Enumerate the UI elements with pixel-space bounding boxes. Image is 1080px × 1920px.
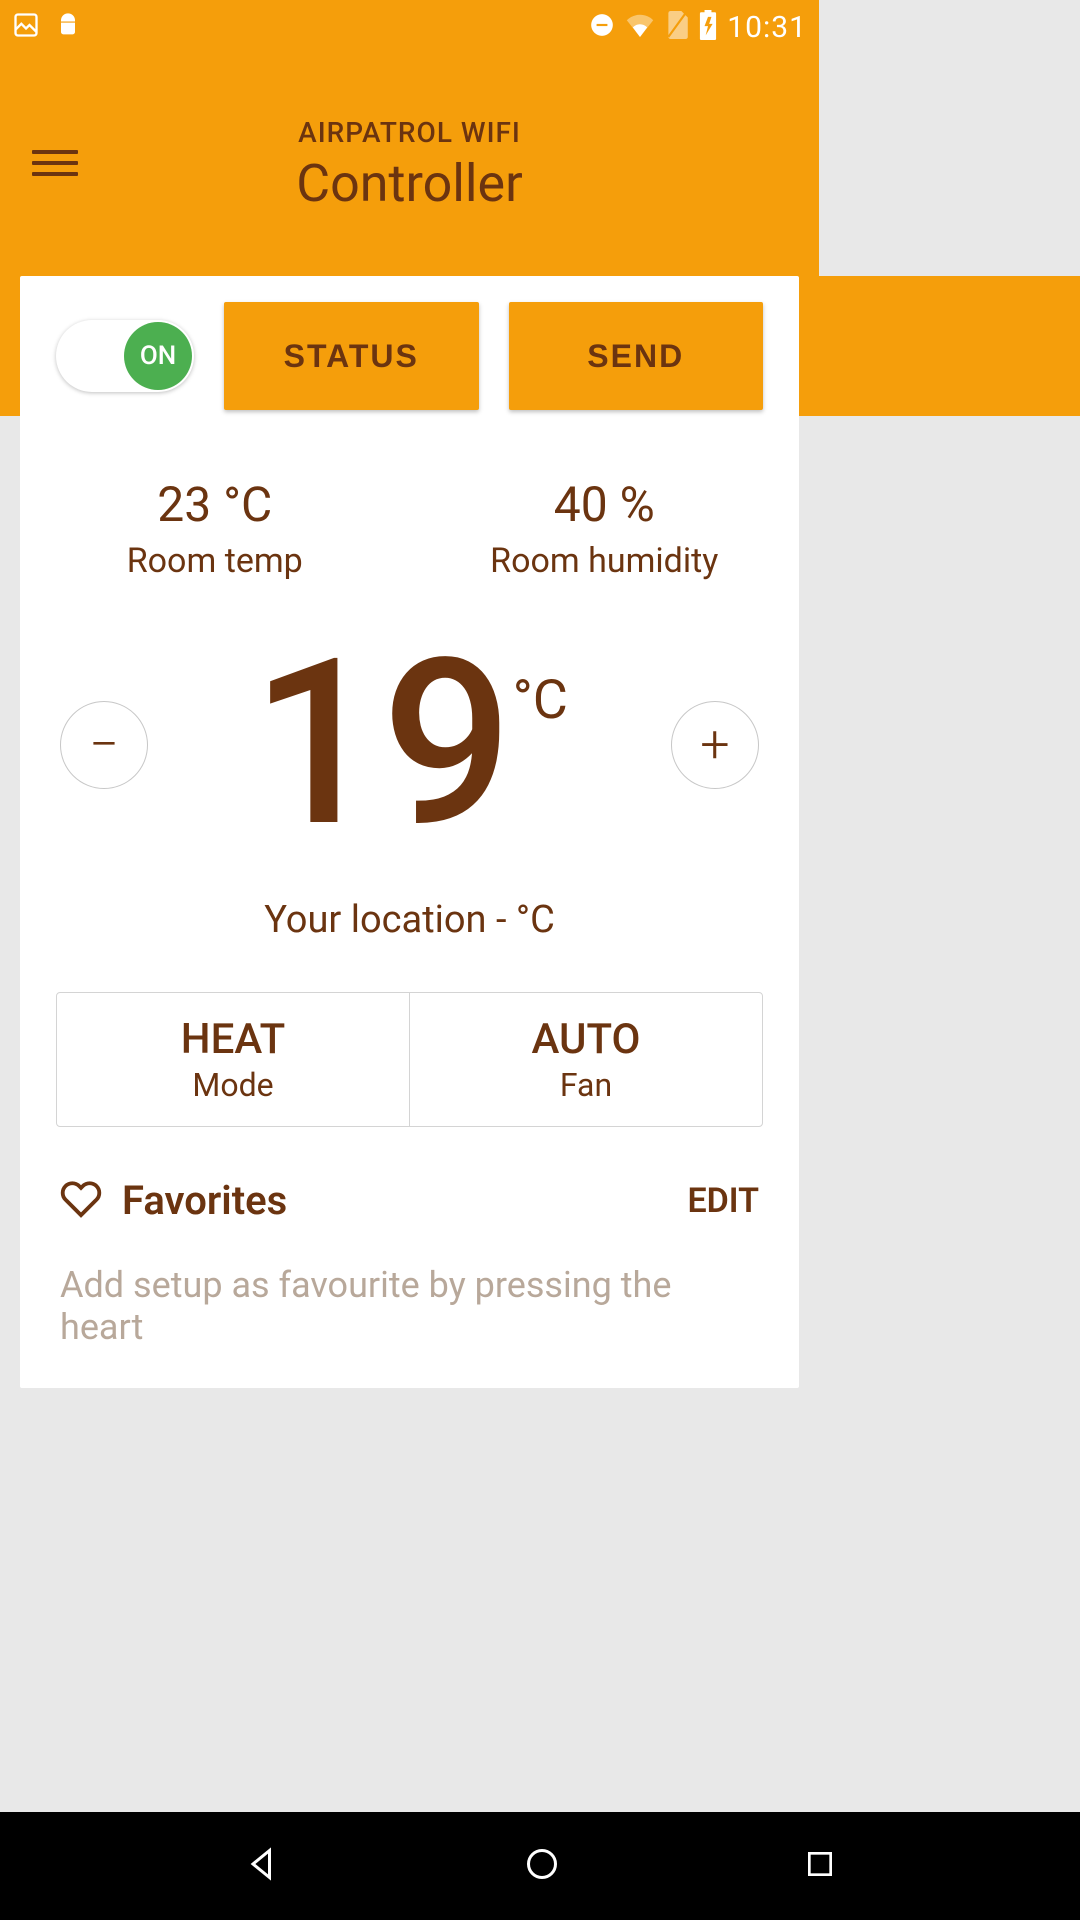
room-humidity-stat: 40 % Room humidity bbox=[410, 476, 800, 581]
room-temp-stat: 23 °C Room temp bbox=[20, 476, 410, 581]
edit-button[interactable]: EDIT bbox=[687, 1181, 759, 1221]
android-nav-bar bbox=[0, 1812, 1080, 1920]
battery-icon bbox=[699, 10, 717, 44]
send-button[interactable]: SEND bbox=[509, 302, 764, 410]
room-temp-value: 23 °C bbox=[20, 476, 410, 533]
setpoint-unit: °C bbox=[513, 669, 568, 732]
increase-temp-button[interactable]: + bbox=[671, 701, 759, 789]
back-button[interactable] bbox=[244, 1846, 280, 1886]
fan-value: AUTO bbox=[410, 1015, 762, 1064]
header-title: Controller bbox=[296, 153, 522, 214]
wifi-icon bbox=[625, 13, 655, 41]
heart-icon[interactable] bbox=[60, 1178, 102, 1224]
room-humidity-label: Room humidity bbox=[410, 541, 800, 581]
app-header: AIRPATROL WIFI Controller bbox=[0, 54, 819, 276]
header-subtitle: AIRPATROL WIFI bbox=[298, 116, 521, 149]
recents-button[interactable] bbox=[804, 1848, 836, 1884]
mode-value: HEAT bbox=[57, 1015, 409, 1064]
home-button[interactable] bbox=[524, 1846, 560, 1886]
menu-button[interactable] bbox=[32, 150, 78, 176]
sim-icon bbox=[665, 11, 689, 43]
status-button[interactable]: STATUS bbox=[224, 302, 479, 410]
power-toggle[interactable]: ON bbox=[56, 320, 194, 392]
fan-selector[interactable]: AUTO Fan bbox=[410, 993, 762, 1126]
setpoint-value: 19 bbox=[251, 641, 512, 848]
decrease-temp-button[interactable]: − bbox=[60, 701, 148, 789]
clock-text: 10:31 bbox=[727, 10, 807, 45]
location-text: Your location - °C bbox=[20, 898, 799, 942]
favorites-title: Favorites bbox=[122, 1177, 287, 1224]
dnd-icon bbox=[589, 12, 615, 42]
room-temp-label: Room temp bbox=[20, 541, 410, 581]
mode-label: Mode bbox=[57, 1066, 409, 1104]
image-icon bbox=[12, 11, 40, 43]
favorites-hint: Add setup as favourite by pressing the h… bbox=[20, 1224, 799, 1348]
fan-label: Fan bbox=[410, 1066, 762, 1104]
android-icon bbox=[54, 11, 82, 43]
setpoint-display: 19 °C bbox=[251, 641, 568, 848]
status-bar: 10:31 bbox=[0, 0, 819, 54]
plus-icon: + bbox=[700, 719, 729, 771]
main-card: ON STATUS SEND 23 °C Room temp 40 % Room… bbox=[20, 276, 799, 1388]
minus-icon: − bbox=[89, 719, 119, 771]
mode-selector[interactable]: HEAT Mode bbox=[57, 993, 410, 1126]
room-humidity-value: 40 % bbox=[410, 476, 800, 533]
toggle-on-label: ON bbox=[124, 322, 192, 390]
